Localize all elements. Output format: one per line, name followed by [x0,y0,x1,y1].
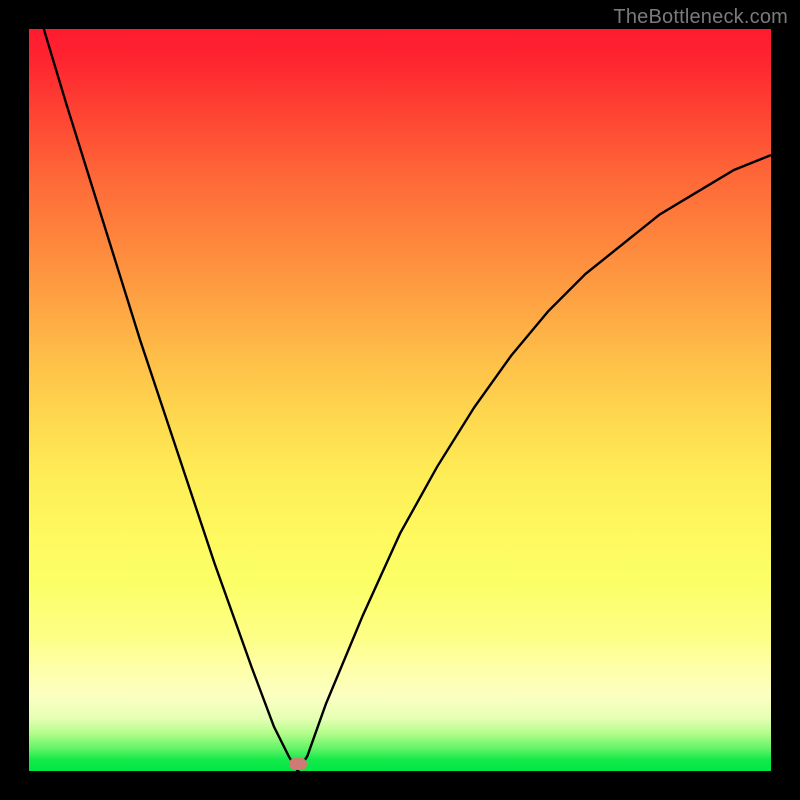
curve-layer [29,29,771,771]
optimal-point-marker [289,758,307,770]
plot-area [29,29,771,771]
bottleneck-curve [44,29,771,771]
chart-frame: TheBottleneck.com [0,0,800,800]
watermark-text: TheBottleneck.com [613,6,788,29]
